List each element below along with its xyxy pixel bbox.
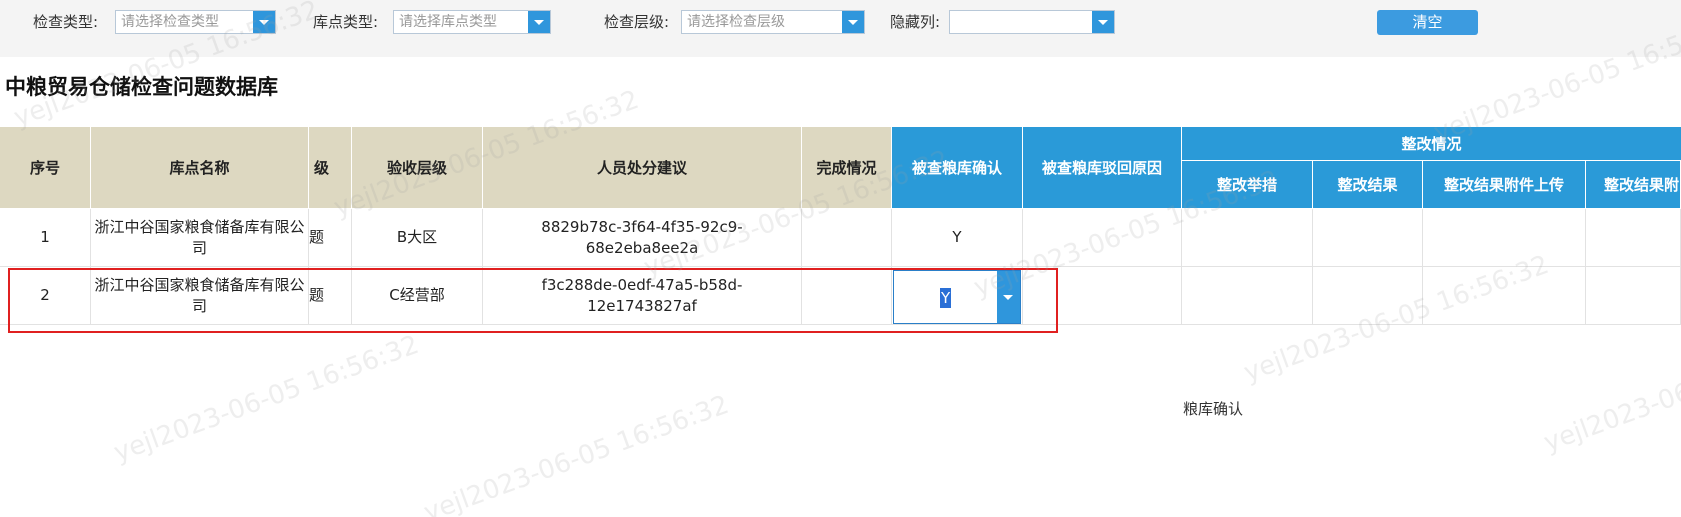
watermark-text: yejl2023-06-05 16:56:32 — [110, 329, 423, 469]
header-rect-measures[interactable]: 整改举措 — [1182, 161, 1313, 209]
row2-depot-name: 浙江中谷国家粮食储备库有限公司 — [91, 267, 309, 325]
depot-confirm-footer-label: 粮库确认 — [1183, 400, 1244, 418]
row2-rect-attachment[interactable] — [1423, 267, 1586, 325]
header-acceptance-level[interactable]: 验收层级 — [352, 127, 483, 209]
row1-disposal-suggestion: 8829b78c-3f64-4f35-92c9-68e2eba8ee2a — [483, 209, 802, 267]
header-depot-name[interactable]: 库点名称 — [91, 127, 309, 209]
row2-rect-measures[interactable] — [1182, 267, 1313, 325]
chevron-down-icon[interactable] — [528, 11, 550, 33]
depot-confirm-dropdown[interactable]: Y — [893, 270, 1021, 324]
data-grid: 序号 库点名称 级 验收层级 人员处分建议 完成情况 被查粮库确认 被查粮库驳回… — [0, 127, 1681, 327]
row1-rect-measures[interactable] — [1182, 209, 1313, 267]
header-disposal-suggestion[interactable]: 人员处分建议 — [483, 127, 802, 209]
header-rect-result[interactable]: 整改结果 — [1313, 161, 1423, 209]
inspection-type-label: 检查类型: — [33, 13, 99, 31]
header-depot-confirm[interactable]: 被查粮库确认 — [892, 127, 1023, 209]
row1-reject-reason[interactable] — [1023, 209, 1182, 267]
header-rect-result-partial[interactable]: 整改结果附 — [1586, 161, 1681, 209]
hidden-columns-label: 隐藏列: — [890, 13, 941, 31]
chevron-down-icon[interactable] — [1092, 11, 1114, 33]
chevron-down-icon[interactable] — [842, 11, 864, 33]
row1-rect-result-extra[interactable] — [1586, 209, 1681, 267]
page-title: 中粮贸易仓储检查问题数据库 — [5, 75, 278, 99]
header-level-partial[interactable]: 级 — [309, 127, 352, 209]
watermark-text: yejl2023-06-05 16:56:32 — [420, 389, 733, 517]
header-rectification-group[interactable]: 整改情况 — [1182, 127, 1681, 161]
row2-rect-result[interactable] — [1313, 267, 1423, 325]
header-seq[interactable]: 序号 — [0, 127, 91, 209]
row2-seq: 2 — [0, 267, 91, 325]
chevron-down-icon[interactable] — [997, 271, 1020, 323]
row1-completion[interactable] — [802, 209, 892, 267]
row2-rect-result-extra[interactable] — [1586, 267, 1681, 325]
row2-completion[interactable] — [802, 267, 892, 325]
row1-depot-confirm[interactable]: Y — [892, 209, 1023, 267]
inspection-level-select[interactable]: 请选择检查层级 — [681, 10, 865, 34]
watermark-text: yejl2023-06-05 16:56:32 — [1540, 320, 1681, 459]
row2-acceptance-level: C经营部 — [352, 267, 483, 325]
row2-disposal-suggestion: f3c288de-0edf-47a5-b58d-12e1743827af — [483, 267, 802, 325]
depot-type-select[interactable]: 请选择库点类型 — [393, 10, 551, 34]
depot-type-placeholder: 请选择库点类型 — [399, 14, 497, 30]
header-rect-attachment-upload[interactable]: 整改结果附件上传 — [1423, 161, 1586, 209]
header-reject-reason[interactable]: 被查粮库驳回原因 — [1023, 127, 1182, 209]
row1-acceptance-level: B大区 — [352, 209, 483, 267]
row1-depot-name: 浙江中谷国家粮食储备库有限公司 — [91, 209, 309, 267]
row1-rect-result[interactable] — [1313, 209, 1423, 267]
inspection-level-placeholder: 请选择检查层级 — [687, 14, 785, 30]
depot-confirm-selected-value: Y — [940, 288, 952, 308]
row1-seq: 1 — [0, 209, 91, 267]
inspection-type-select[interactable]: 请选择检查类型 — [115, 10, 276, 34]
row2-reject-reason[interactable] — [1023, 267, 1182, 325]
inspection-type-placeholder: 请选择检查类型 — [121, 14, 219, 30]
row1-rect-attachment[interactable] — [1423, 209, 1586, 267]
row2-issue-partial: 题 — [309, 267, 352, 325]
filter-bar: 检查类型: 请选择检查类型 库点类型: 请选择库点类型 检查层级: 请选择检查层… — [0, 0, 1681, 57]
depot-type-label: 库点类型: — [313, 13, 379, 31]
header-completion[interactable]: 完成情况 — [802, 127, 892, 209]
hidden-columns-select[interactable] — [949, 10, 1115, 34]
row1-issue-partial: 题 — [309, 209, 352, 267]
inspection-level-label: 检查层级: — [604, 13, 670, 31]
chevron-down-icon[interactable] — [253, 11, 275, 33]
clear-button[interactable]: 清空 — [1377, 10, 1478, 35]
